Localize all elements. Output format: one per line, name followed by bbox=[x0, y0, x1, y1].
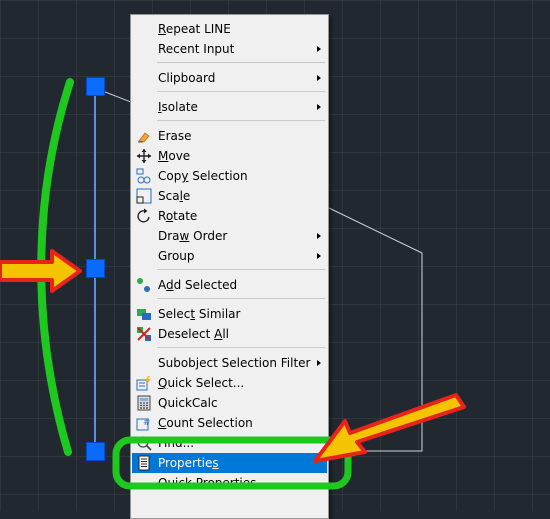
menu-item-move[interactable]: Move bbox=[132, 146, 327, 166]
select-similar-icon bbox=[137, 309, 151, 320]
menu-item-count-selection[interactable]: # Count Selection bbox=[132, 413, 327, 433]
submenu-arrow-icon bbox=[317, 104, 321, 110]
menu-item-copy-selection[interactable]: Copy Selection bbox=[132, 166, 327, 186]
line-start-grip[interactable] bbox=[86, 77, 105, 96]
context-menu: Repeat LINE Recent Input Clipboard Isola… bbox=[130, 14, 329, 519]
menu-separator bbox=[157, 298, 325, 299]
menu-item-isolate[interactable]: Isolate bbox=[132, 97, 327, 117]
submenu-arrow-icon bbox=[317, 46, 321, 52]
menu-item-find[interactable]: Find... bbox=[132, 433, 327, 453]
find-icon bbox=[137, 436, 152, 451]
drawing-polyline-right[interactable] bbox=[328, 207, 423, 452]
submenu-arrow-icon bbox=[317, 233, 321, 239]
menu-item-add-selected[interactable]: Add Selected bbox=[132, 275, 327, 295]
menu-separator bbox=[157, 62, 325, 63]
menu-item-subobject-filter[interactable]: Subobject Selection Filter bbox=[132, 353, 327, 373]
menu-item-draw-order[interactable]: Draw Order bbox=[132, 226, 327, 246]
menu-separator bbox=[157, 347, 325, 348]
submenu-arrow-icon bbox=[317, 75, 321, 81]
calculator-icon bbox=[137, 395, 151, 411]
line-end-grip[interactable] bbox=[86, 442, 105, 461]
rotate-icon bbox=[137, 208, 150, 223]
menu-separator bbox=[157, 269, 325, 270]
deselect-icon bbox=[137, 327, 151, 341]
count-icon: # bbox=[136, 418, 151, 431]
line-mid-grip[interactable] bbox=[86, 259, 105, 278]
menu-item-deselect-all[interactable]: Deselect All bbox=[132, 324, 327, 344]
menu-separator bbox=[157, 91, 325, 92]
eraser-icon bbox=[138, 132, 150, 143]
menu-item-properties[interactable]: Properties bbox=[132, 453, 327, 473]
menu-item-repeat-line[interactable]: Repeat LINE bbox=[132, 19, 327, 39]
submenu-arrow-icon bbox=[317, 253, 321, 259]
menu-item-group[interactable]: Group bbox=[132, 246, 327, 266]
label-rest: epeat LINE bbox=[165, 22, 231, 36]
svg-text:#: # bbox=[143, 418, 151, 428]
menu-item-erase[interactable]: Erase bbox=[132, 126, 327, 146]
menu-separator bbox=[157, 120, 325, 121]
quick-select-icon bbox=[136, 376, 151, 391]
add-selected-icon bbox=[137, 278, 150, 292]
move-icon bbox=[137, 149, 151, 163]
menu-item-recent-input[interactable]: Recent Input bbox=[132, 39, 327, 59]
menu-item-clipboard[interactable]: Clipboard bbox=[132, 68, 327, 88]
copy-icon bbox=[136, 168, 151, 184]
menu-item-quickcalc[interactable]: QuickCalc bbox=[132, 393, 327, 413]
scale-icon bbox=[136, 188, 152, 204]
menu-item-rotate[interactable]: Rotate bbox=[132, 206, 327, 226]
menu-item-scale[interactable]: Scale bbox=[132, 186, 327, 206]
properties-icon bbox=[138, 455, 150, 471]
menu-item-quick-properties[interactable]: Quick Properties bbox=[132, 473, 327, 493]
menu-item-select-similar[interactable]: Select Similar bbox=[132, 304, 327, 324]
mnemonic: R bbox=[158, 22, 166, 36]
submenu-arrow-icon bbox=[317, 360, 321, 366]
menu-item-quick-select[interactable]: Quick Select... bbox=[132, 373, 327, 393]
